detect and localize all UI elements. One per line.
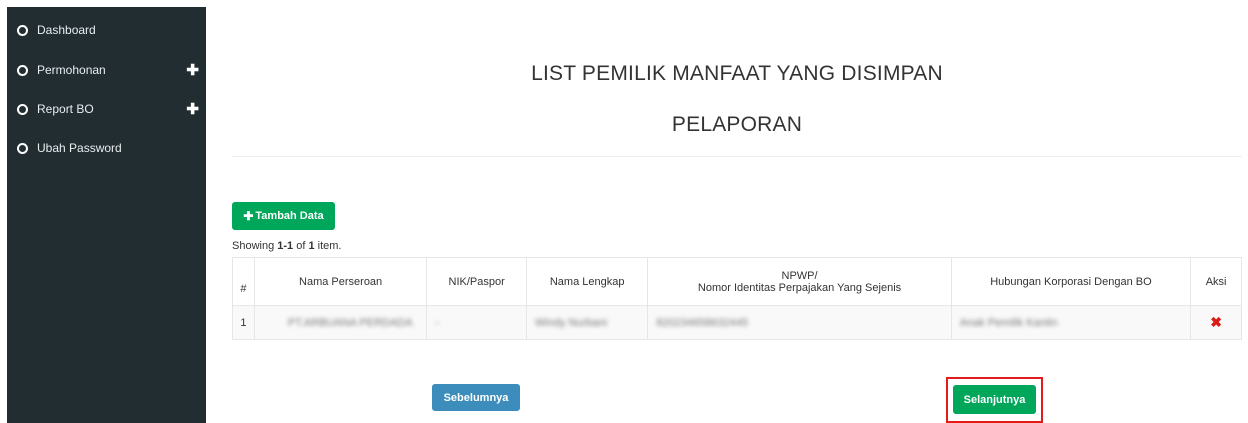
plus-icon[interactable]: ✚	[186, 100, 199, 118]
page-title: LIST PEMILIK MANFAAT YANG DISIMPAN	[531, 62, 943, 85]
column-header-nama-perseroan[interactable]: Nama Perseroan	[253, 257, 428, 306]
highlight-box	[946, 377, 1043, 423]
table-row: 1 PT.ARBUANA PERDADA - Windy Nurbani 820…	[232, 305, 1242, 340]
circle-outline-icon	[17, 142, 28, 154]
sidebar: Dashboard Permohonan ✚ Report BO ✚ Ubah …	[7, 7, 206, 423]
cell-nama-perseroan: PT.ARBUANA PERDADA	[253, 305, 428, 340]
add-data-button[interactable]: ✚ Tambah Data	[232, 202, 335, 230]
delete-x-icon[interactable]: ✖	[1210, 314, 1222, 330]
cell-npwp: 820234658632445	[647, 305, 952, 340]
cell-aksi: ✖	[1190, 305, 1242, 340]
sidebar-item-label: Report BO	[37, 102, 94, 116]
data-table: # Nama Perseroan NIK/Paspor Nama Lengkap…	[232, 257, 1242, 340]
sidebar-item-report-bo[interactable]: Report BO ✚	[7, 97, 206, 121]
column-header-hubungan[interactable]: Hubungan Korporasi Dengan BO	[950, 257, 1192, 306]
circle-outline-icon	[17, 103, 28, 115]
column-header-number: #	[232, 257, 255, 306]
column-header-npwp-line2: Nomor Identitas Perpajakan Yang Sejenis	[697, 281, 902, 294]
plus-icon: ✚	[243, 209, 254, 223]
cell-nama-lengkap: Windy Nurbani	[525, 305, 649, 340]
column-header-npwp-line1: NPWP/	[781, 269, 818, 282]
column-header-npwp[interactable]: NPWP/ Nomor Identitas Perpajakan Yang Se…	[647, 257, 952, 306]
page-subtitle: PELAPORAN	[671, 113, 803, 136]
plus-icon[interactable]: ✚	[186, 61, 199, 79]
sidebar-item-label: Permohonan	[37, 63, 106, 77]
previous-button[interactable]: Sebelumnya	[432, 384, 520, 411]
divider	[232, 156, 1242, 157]
column-header-nama-lengkap[interactable]: Nama Lengkap	[525, 257, 649, 306]
sidebar-item-ubah-password[interactable]: Ubah Password	[7, 136, 206, 160]
circle-outline-icon	[17, 24, 28, 36]
cell-nik-paspor: -	[426, 305, 527, 340]
sidebar-item-permohonan[interactable]: Permohonan ✚	[7, 58, 206, 82]
sidebar-item-label: Ubah Password	[37, 141, 122, 155]
column-header-aksi: Aksi	[1190, 257, 1242, 306]
sidebar-item-label: Dashboard	[37, 23, 96, 37]
cell-number: 1	[232, 305, 255, 340]
cell-hubungan: Anak Pemilik Kantin	[950, 305, 1192, 340]
sidebar-item-dashboard[interactable]: Dashboard	[7, 18, 206, 42]
circle-outline-icon	[17, 64, 28, 76]
table-header-row: # Nama Perseroan NIK/Paspor Nama Lengkap…	[232, 257, 1242, 306]
column-header-nik-paspor[interactable]: NIK/Paspor	[426, 257, 527, 306]
table-summary: Showing 1-1 of 1 item.	[232, 240, 342, 252]
